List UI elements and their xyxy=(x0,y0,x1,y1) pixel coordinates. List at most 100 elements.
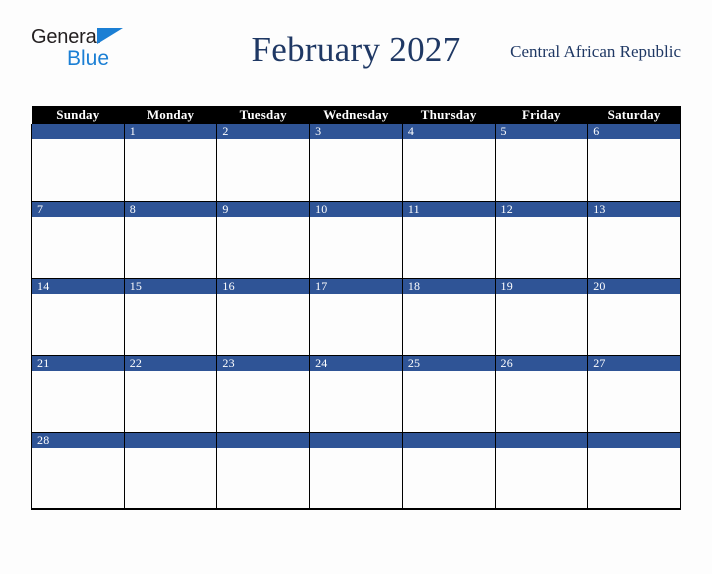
day-events-area[interactable] xyxy=(403,294,495,355)
day-events-area[interactable] xyxy=(125,217,217,278)
calendar-week-row: 1 2 3 4 5 6 xyxy=(31,124,681,202)
day-number xyxy=(32,124,124,139)
day-number: 23 xyxy=(217,355,310,371)
day-events-area[interactable] xyxy=(588,294,680,355)
day-number: 14 xyxy=(32,278,124,294)
calendar-day-cell[interactable]: 4 xyxy=(401,124,496,202)
country-label: Central African Republic xyxy=(510,42,681,61)
calendar-day-cell[interactable] xyxy=(309,432,403,510)
calendar-day-cell[interactable]: 16 xyxy=(216,278,311,356)
calendar-day-cell[interactable] xyxy=(216,432,311,510)
calendar-day-cell[interactable]: 24 xyxy=(309,355,403,433)
day-events-area[interactable] xyxy=(125,371,217,432)
day-events-area[interactable] xyxy=(588,448,680,509)
calendar-day-cell[interactable]: 26 xyxy=(494,355,589,433)
day-events-area[interactable] xyxy=(217,371,309,432)
day-number: 3 xyxy=(310,124,402,139)
day-events-area[interactable] xyxy=(496,371,588,432)
day-events-area[interactable] xyxy=(125,139,217,201)
weekday-header-saturday: Saturday xyxy=(587,106,681,124)
calendar-day-cell[interactable]: 25 xyxy=(401,355,496,433)
day-number: 5 xyxy=(495,124,588,139)
weekday-header-monday: Monday xyxy=(124,106,217,124)
calendar-day-cell[interactable]: 21 xyxy=(31,355,125,433)
calendar-day-cell[interactable]: 15 xyxy=(123,278,218,356)
calendar-day-cell[interactable]: 10 xyxy=(309,201,403,279)
day-number: 12 xyxy=(495,201,588,217)
day-events-area[interactable] xyxy=(125,448,217,509)
day-events-area[interactable] xyxy=(310,217,402,278)
calendar-day-cell[interactable] xyxy=(494,432,589,510)
day-number: 9 xyxy=(217,201,310,217)
calendar-day-cell[interactable] xyxy=(401,432,496,510)
day-number: 24 xyxy=(310,355,402,371)
day-events-area[interactable] xyxy=(496,139,588,201)
calendar-day-cell[interactable]: 3 xyxy=(309,124,403,202)
calendar-day-cell[interactable]: 2 xyxy=(216,124,311,202)
day-events-area[interactable] xyxy=(496,448,588,509)
day-events-area[interactable] xyxy=(32,294,124,355)
day-events-area[interactable] xyxy=(32,139,124,201)
calendar-day-cell[interactable]: 20 xyxy=(587,278,681,356)
calendar-day-cell[interactable]: 18 xyxy=(401,278,496,356)
day-events-area[interactable] xyxy=(32,217,124,278)
calendar-day-cell[interactable]: 11 xyxy=(401,201,496,279)
day-number: 17 xyxy=(310,278,402,294)
weekday-header-row: Sunday Monday Tuesday Wednesday Thursday… xyxy=(31,106,681,124)
calendar-day-cell[interactable]: 14 xyxy=(31,278,125,356)
calendar-day-cell[interactable]: 6 xyxy=(587,124,681,202)
day-number: 10 xyxy=(310,201,402,217)
day-events-area[interactable] xyxy=(588,217,680,278)
weekday-header-wednesday: Wednesday xyxy=(309,106,403,124)
day-events-area[interactable] xyxy=(310,294,402,355)
day-events-area[interactable] xyxy=(496,217,588,278)
day-events-area[interactable] xyxy=(403,371,495,432)
day-events-area[interactable] xyxy=(217,448,309,509)
calendar-day-cell[interactable] xyxy=(587,432,681,510)
day-events-area[interactable] xyxy=(588,371,680,432)
day-events-area[interactable] xyxy=(310,139,402,201)
day-events-area[interactable] xyxy=(588,139,680,201)
day-number: 4 xyxy=(402,124,495,139)
calendar-day-cell[interactable] xyxy=(123,432,218,510)
day-events-area[interactable] xyxy=(310,448,402,509)
calendar-day-cell[interactable] xyxy=(31,124,125,202)
calendar-week-row: 7 8 9 10 11 12 13 xyxy=(31,201,681,279)
day-number: 27 xyxy=(588,355,680,371)
calendar-day-cell[interactable]: 9 xyxy=(216,201,311,279)
calendar-day-cell[interactable]: 22 xyxy=(123,355,218,433)
day-events-area[interactable] xyxy=(32,371,124,432)
page-header: General Blue February 2027 Central Afric… xyxy=(31,24,681,82)
day-number: 8 xyxy=(124,201,217,217)
day-number: 1 xyxy=(124,124,217,139)
day-number: 22 xyxy=(124,355,217,371)
calendar-day-cell[interactable]: 8 xyxy=(123,201,218,279)
day-events-area[interactable] xyxy=(496,294,588,355)
day-events-area[interactable] xyxy=(403,139,495,201)
weekday-header-friday: Friday xyxy=(495,106,588,124)
calendar-day-cell[interactable]: 19 xyxy=(494,278,589,356)
calendar-day-cell[interactable]: 17 xyxy=(309,278,403,356)
calendar-day-cell[interactable]: 23 xyxy=(216,355,311,433)
day-number: 13 xyxy=(588,201,680,217)
day-events-area[interactable] xyxy=(125,294,217,355)
day-events-area[interactable] xyxy=(403,448,495,509)
day-number: 20 xyxy=(588,278,680,294)
day-events-area[interactable] xyxy=(32,448,124,509)
day-number xyxy=(402,432,495,448)
calendar-day-cell[interactable]: 12 xyxy=(494,201,589,279)
day-events-area[interactable] xyxy=(310,371,402,432)
day-events-area[interactable] xyxy=(217,294,309,355)
day-events-area[interactable] xyxy=(217,139,309,201)
day-number: 25 xyxy=(402,355,495,371)
calendar-day-cell[interactable]: 1 xyxy=(123,124,218,202)
calendar-day-cell[interactable]: 13 xyxy=(587,201,681,279)
day-events-area[interactable] xyxy=(403,217,495,278)
calendar-day-cell[interactable]: 27 xyxy=(587,355,681,433)
calendar-day-cell[interactable]: 28 xyxy=(31,432,125,510)
calendar-day-cell[interactable]: 5 xyxy=(494,124,589,202)
calendar-day-cell[interactable]: 7 xyxy=(31,201,125,279)
day-number: 16 xyxy=(217,278,310,294)
calendar-week-row: 21 22 23 24 25 26 27 xyxy=(31,355,681,433)
day-events-area[interactable] xyxy=(217,217,309,278)
